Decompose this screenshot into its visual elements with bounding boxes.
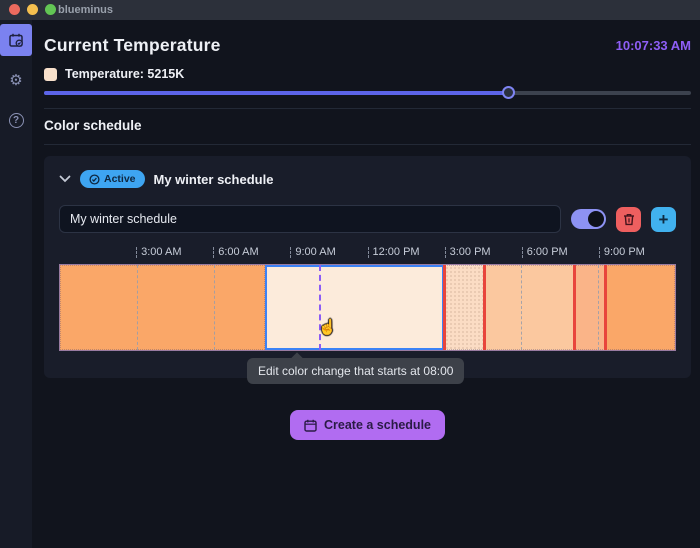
active-badge: Active bbox=[80, 170, 145, 188]
timeline-tick-label: 3:00 AM bbox=[141, 246, 182, 258]
hour-gridline bbox=[521, 265, 523, 350]
window-title: blueminus bbox=[58, 4, 114, 16]
tooltip-arrow bbox=[291, 352, 303, 364]
timeline-tick bbox=[290, 247, 292, 258]
divider bbox=[44, 144, 691, 145]
schedule-enabled-toggle[interactable] bbox=[571, 209, 606, 229]
sidebar-item-help[interactable]: ? bbox=[0, 104, 32, 136]
color-change-marker[interactable] bbox=[483, 265, 487, 350]
traffic-lights bbox=[9, 4, 56, 15]
timeline-tick-label: 3:00 PM bbox=[449, 246, 491, 258]
schedule-segment[interactable] bbox=[573, 265, 605, 350]
active-badge-label: Active bbox=[104, 173, 136, 185]
schedule-segment[interactable] bbox=[484, 265, 574, 350]
edit-tooltip: Edit color change that starts at 08:00 bbox=[247, 352, 465, 384]
toggle-knob bbox=[588, 211, 604, 227]
gear-icon: ⚙ bbox=[9, 71, 23, 89]
create-schedule-button[interactable]: Create a schedule bbox=[290, 410, 445, 440]
schedule-title: My winter schedule bbox=[153, 171, 274, 187]
chevron-down-icon[interactable] bbox=[59, 175, 71, 183]
calendar-check-icon bbox=[8, 32, 25, 49]
timeline-tick-label: 12:00 PM bbox=[372, 246, 420, 258]
sidebar-item-schedule[interactable] bbox=[0, 24, 32, 56]
schedule-segment[interactable] bbox=[444, 265, 485, 350]
delete-schedule-button[interactable] bbox=[616, 206, 641, 232]
schedule-segment[interactable] bbox=[604, 265, 675, 350]
close-icon[interactable] bbox=[9, 4, 20, 15]
schedule-segment-selected[interactable] bbox=[265, 265, 445, 350]
color-change-marker[interactable] bbox=[443, 265, 447, 350]
add-color-change-button[interactable]: + bbox=[651, 206, 676, 232]
minimize-icon[interactable] bbox=[27, 4, 38, 15]
timeline-tick bbox=[136, 247, 138, 258]
hour-gridline bbox=[136, 265, 138, 350]
current-time-clock: 10:07:33 AM bbox=[615, 38, 691, 53]
zoom-icon[interactable] bbox=[45, 4, 56, 15]
help-circle-icon: ? bbox=[8, 112, 24, 128]
slider-fill bbox=[44, 91, 509, 95]
plus-icon: + bbox=[658, 209, 669, 229]
timeline-tick bbox=[444, 247, 446, 258]
color-change-marker[interactable] bbox=[603, 265, 607, 350]
temperature-slider[interactable] bbox=[44, 86, 691, 99]
color-schedule-bar[interactable]: ☝ Edit color change that starts at 08:00 bbox=[59, 264, 676, 384]
app-window: blueminus ⚙ ? Current Temperature 10:07:… bbox=[0, 0, 700, 548]
schedule-segment[interactable] bbox=[60, 265, 265, 350]
check-circle-icon bbox=[89, 173, 100, 185]
timeline-axis: 3:00 AM 6:00 AM 9:00 AM 12:00 PM 3:00 PM 6:00… bbox=[59, 246, 676, 260]
titlebar: blueminus bbox=[0, 0, 700, 20]
timeline-tick bbox=[367, 247, 369, 258]
page-title: Current Temperature bbox=[44, 35, 221, 55]
tooltip-text: Edit color change that starts at 08:00 bbox=[258, 364, 454, 378]
hour-gridline bbox=[598, 265, 600, 350]
timeline-tick bbox=[213, 247, 215, 258]
sidebar-item-settings[interactable]: ⚙ bbox=[0, 64, 32, 96]
timeline-tick-label: 6:00 AM bbox=[218, 246, 259, 258]
create-schedule-label: Create a schedule bbox=[324, 418, 431, 432]
timeline-tick bbox=[521, 247, 523, 258]
timeline-tick bbox=[598, 247, 600, 258]
color-change-marker[interactable] bbox=[572, 265, 576, 350]
hand-cursor-icon: ☝ bbox=[318, 319, 337, 336]
main-content: Current Temperature 10:07:33 AM Temperat… bbox=[32, 20, 700, 548]
schedule-card: Active My winter schedule My winter sche… bbox=[44, 156, 691, 384]
timeline-tick-label: 9:00 PM bbox=[603, 246, 645, 258]
temperature-label: Temperature: 5215K bbox=[65, 67, 185, 81]
divider bbox=[44, 108, 691, 109]
hour-gridline bbox=[213, 265, 215, 350]
trash-icon bbox=[623, 213, 635, 226]
timeline-tick-label: 6:00 PM bbox=[526, 246, 568, 258]
slider-thumb[interactable] bbox=[501, 86, 515, 99]
sidebar: ⚙ ? bbox=[0, 20, 32, 548]
temperature-color-swatch bbox=[44, 67, 57, 81]
color-schedule-heading: Color schedule bbox=[44, 118, 142, 133]
current-time-line bbox=[319, 265, 322, 350]
schedule-name-input[interactable] bbox=[59, 205, 561, 233]
timeline-tick-label: 9:00 AM bbox=[295, 246, 336, 258]
calendar-icon bbox=[304, 419, 317, 432]
